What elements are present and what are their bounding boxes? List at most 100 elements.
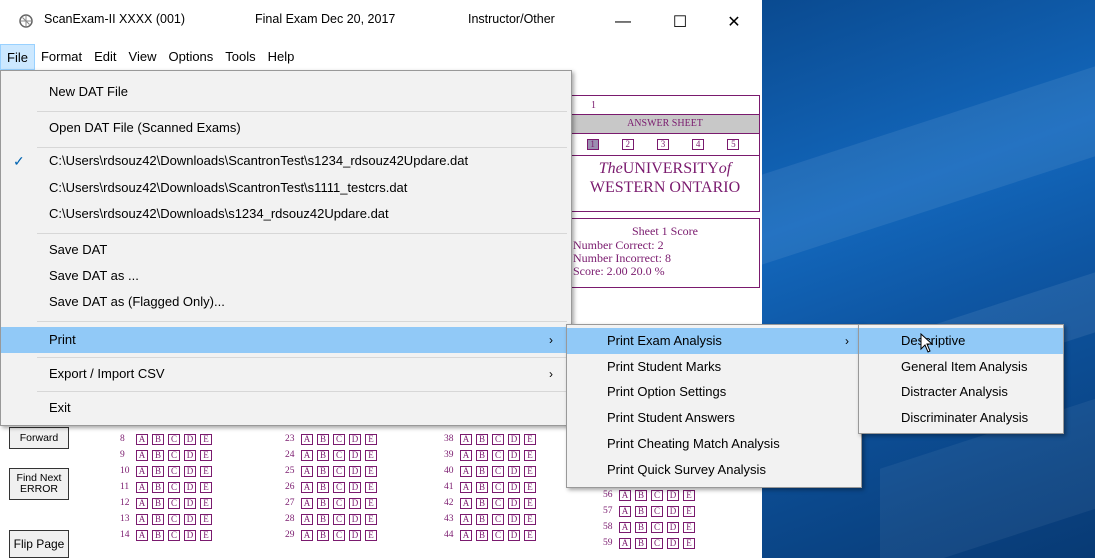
print-student-marks-item[interactable]: Print Student Marks [567,354,861,380]
answer-bubble[interactable]: C [492,513,504,525]
answer-bubble[interactable]: E [524,449,536,461]
find-next-error-button[interactable]: Find Next ERROR [9,468,69,500]
answer-bubble[interactable]: C [168,497,180,509]
answer-bubble[interactable]: A [136,529,148,541]
answer-bubble[interactable]: A [460,465,472,477]
answer-bubble[interactable]: B [152,529,164,541]
answer-bubble[interactable]: C [492,449,504,461]
answer-bubble[interactable]: D [667,489,679,501]
answer-bubble[interactable]: A [460,481,472,493]
answer-bubble[interactable]: E [365,433,377,445]
answer-bubble[interactable]: E [200,497,212,509]
answer-bubble[interactable]: E [524,481,536,493]
print-student-answers-item[interactable]: Print Student Answers [567,405,861,431]
answer-bubble[interactable]: D [508,433,520,445]
answer-bubble[interactable]: B [317,529,329,541]
answer-bubble[interactable]: E [524,465,536,477]
recent-file-item[interactable]: C:\Users\rdsouz42\Downloads\s1234_rdsouz… [1,201,571,227]
answer-bubble[interactable]: B [152,433,164,445]
save-dat-item[interactable]: Save DAT [1,237,571,263]
answer-bubble[interactable]: E [365,497,377,509]
answer-bubble[interactable]: E [200,529,212,541]
answer-bubble[interactable]: A [619,505,631,517]
answer-bubble[interactable]: A [301,465,313,477]
answer-bubble[interactable]: A [301,449,313,461]
descriptive-item[interactable]: Descriptive [859,328,1063,354]
answer-bubble[interactable]: A [136,465,148,477]
answer-bubble[interactable]: A [301,497,313,509]
answer-bubble[interactable]: E [200,465,212,477]
answer-bubble[interactable]: A [301,529,313,541]
answer-bubble[interactable]: E [524,513,536,525]
answer-bubble[interactable]: D [184,449,196,461]
answer-bubble[interactable]: B [317,465,329,477]
answer-bubble[interactable]: B [476,433,488,445]
minimize-button[interactable]: — [600,0,646,44]
answer-bubble[interactable]: A [301,513,313,525]
answer-bubble[interactable]: D [349,433,361,445]
answer-bubble[interactable]: C [492,433,504,445]
answer-bubble[interactable]: D [349,513,361,525]
answer-bubble[interactable]: C [492,465,504,477]
answer-bubble[interactable]: C [333,481,345,493]
answer-bubble[interactable]: B [476,465,488,477]
answer-bubble[interactable]: A [460,513,472,525]
answer-bubble[interactable]: D [184,433,196,445]
menu-file[interactable]: File [0,44,35,70]
answer-bubble[interactable]: A [619,521,631,533]
answer-bubble[interactable]: D [349,481,361,493]
answer-bubble[interactable]: B [476,513,488,525]
answer-bubble[interactable]: E [365,481,377,493]
answer-bubble[interactable]: D [508,481,520,493]
print-item[interactable]: Print › [1,327,571,353]
discriminater-analysis-item[interactable]: Discriminater Analysis [859,405,1063,431]
forward-button[interactable]: Forward [9,427,69,449]
answer-bubble[interactable]: B [476,449,488,461]
answer-bubble[interactable]: E [524,497,536,509]
general-item-analysis-item[interactable]: General Item Analysis [859,354,1063,380]
open-dat-file-item[interactable]: Open DAT File (Scanned Exams) [1,115,571,141]
answer-bubble[interactable]: E [365,529,377,541]
answer-bubble[interactable]: D [184,529,196,541]
answer-bubble[interactable]: C [333,433,345,445]
answer-bubble[interactable]: A [136,433,148,445]
answer-bubble[interactable]: D [508,529,520,541]
save-dat-as-item[interactable]: Save DAT as ... [1,263,571,289]
print-exam-analysis-item[interactable]: Print Exam Analysis › [567,328,861,354]
answer-bubble[interactable]: D [349,449,361,461]
answer-bubble[interactable]: E [365,513,377,525]
sheet-tab[interactable]: 4 [692,139,705,150]
answer-bubble[interactable]: A [619,489,631,501]
answer-bubble[interactable]: D [184,513,196,525]
answer-bubble[interactable]: C [651,489,663,501]
answer-bubble[interactable]: B [317,481,329,493]
answer-bubble[interactable]: C [651,505,663,517]
print-quick-survey-item[interactable]: Print Quick Survey Analysis [567,457,861,483]
answer-bubble[interactable]: B [317,513,329,525]
answer-bubble[interactable]: D [349,529,361,541]
answer-bubble[interactable]: A [619,537,631,549]
recent-file-item[interactable]: C:\Users\rdsouz42\Downloads\ScantronTest… [1,175,571,201]
answer-bubble[interactable]: C [492,529,504,541]
answer-bubble[interactable]: E [683,489,695,501]
answer-bubble[interactable]: D [667,505,679,517]
answer-bubble[interactable]: B [476,529,488,541]
menu-format[interactable]: Format [35,44,88,70]
answer-bubble[interactable]: C [333,449,345,461]
answer-bubble[interactable]: C [168,465,180,477]
answer-bubble[interactable]: D [184,481,196,493]
answer-bubble[interactable]: A [136,481,148,493]
print-cheating-match-item[interactable]: Print Cheating Match Analysis [567,431,861,457]
answer-bubble[interactable]: A [460,497,472,509]
answer-bubble[interactable]: C [333,497,345,509]
answer-bubble[interactable]: A [136,513,148,525]
answer-bubble[interactable]: D [508,513,520,525]
answer-bubble[interactable]: A [460,433,472,445]
answer-bubble[interactable]: B [317,433,329,445]
answer-bubble[interactable]: E [365,449,377,461]
answer-bubble[interactable]: A [460,529,472,541]
answer-bubble[interactable]: D [184,465,196,477]
answer-bubble[interactable]: E [200,513,212,525]
maximize-button[interactable]: ☐ [657,0,703,44]
answer-bubble[interactable]: C [333,465,345,477]
